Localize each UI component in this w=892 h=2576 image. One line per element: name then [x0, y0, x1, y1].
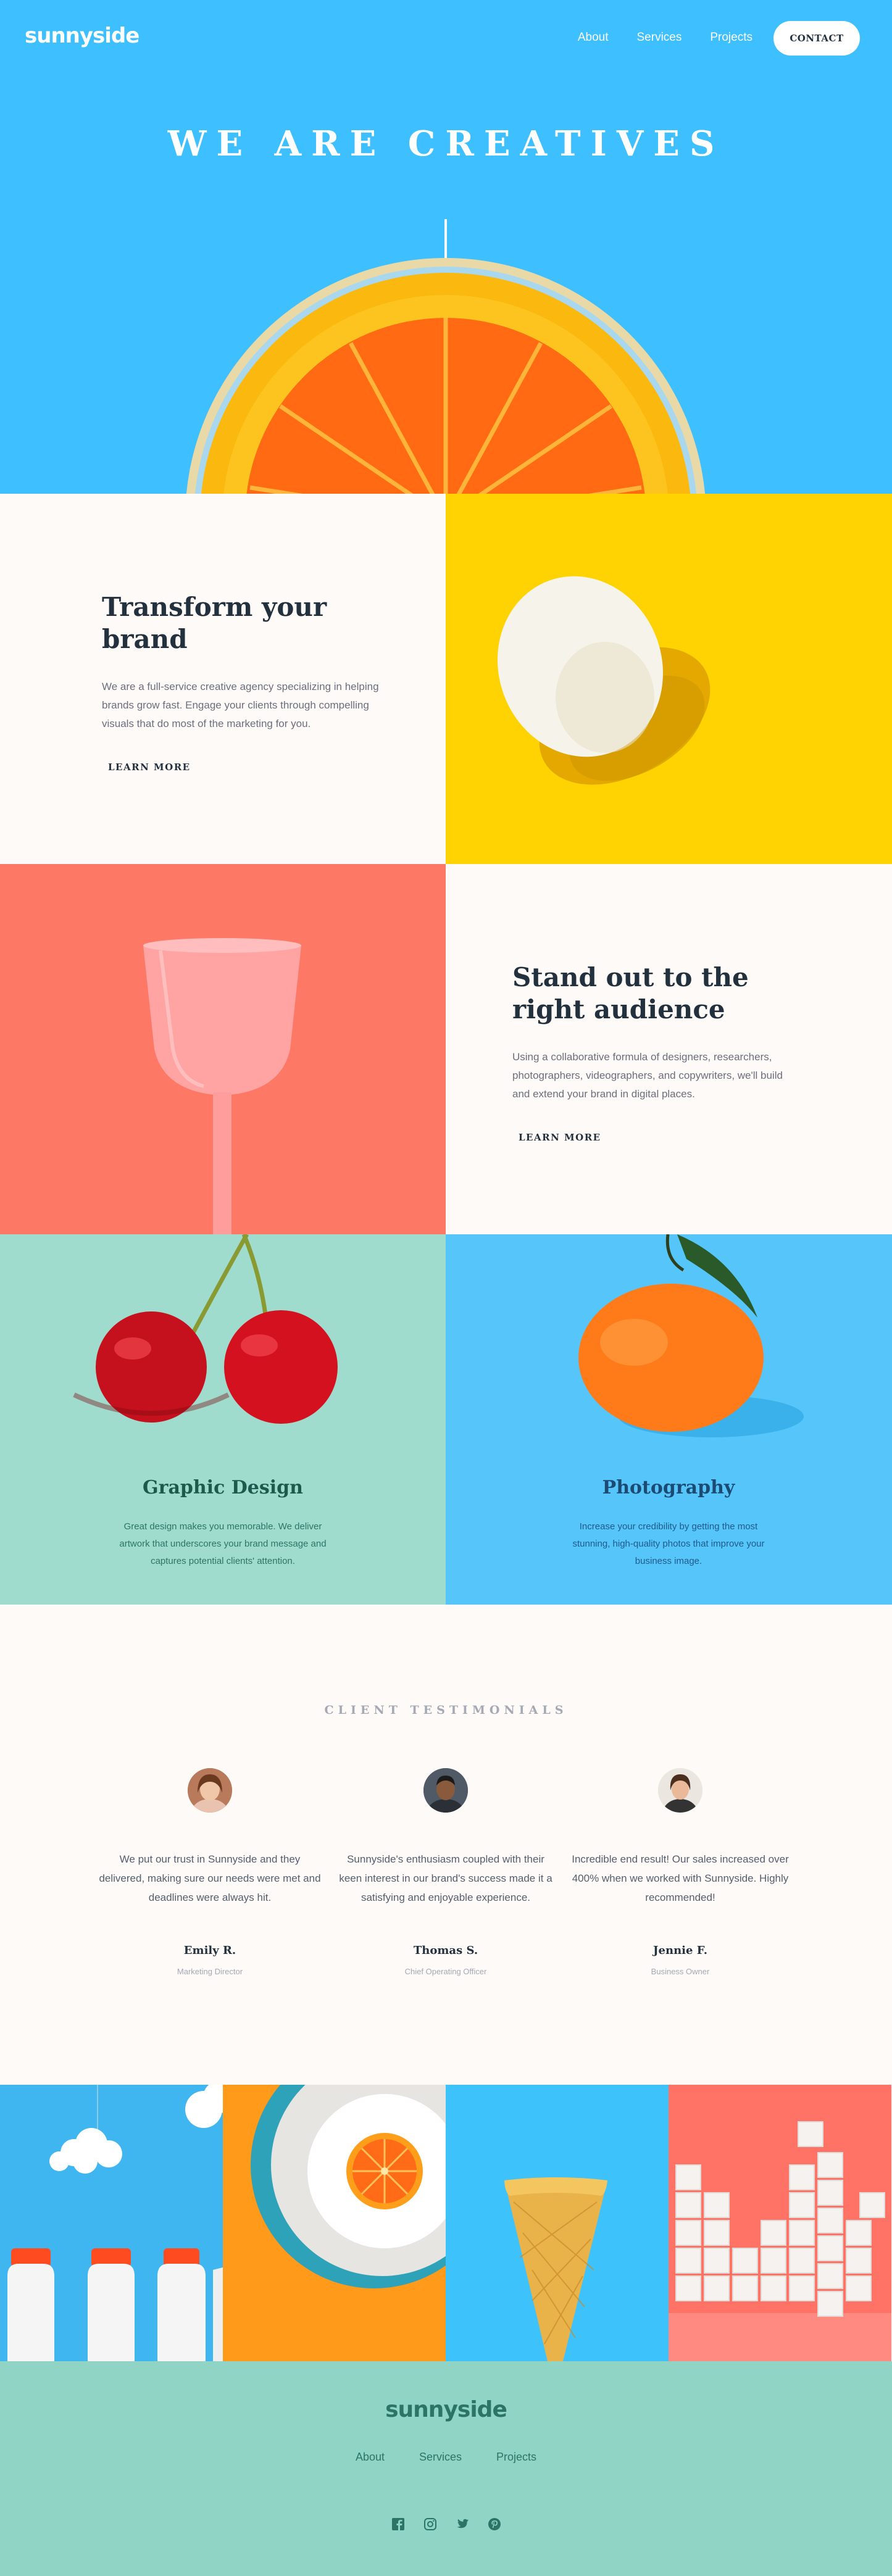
testimonial-quote: Incredible end result! Our sales increas… [572, 1853, 789, 1903]
transform-learn-more-link[interactable]: LEARN MORE [102, 762, 197, 773]
testimonial-card: Incredible end result! Our sales increas… [569, 1768, 791, 1976]
footer-link-about[interactable]: About [356, 2451, 385, 2464]
gallery-sugar-cubes-image [669, 2085, 891, 2361]
nav-links: About Services Projects [578, 31, 752, 44]
graphic-design-card: Graphic Design Great design makes you me… [0, 1234, 446, 1605]
avatar [658, 1768, 702, 1813]
hero-title: WE ARE CREATIVES [167, 123, 725, 164]
testimonial-card: Sunnyside's enthusiasm coupled with thei… [335, 1768, 557, 1976]
facebook-icon[interactable] [391, 2517, 406, 2532]
testimonial-quote: We put our trust in Sunnyside and they d… [99, 1853, 321, 1903]
testimonial-role: Business Owner [651, 1967, 710, 1976]
footer-link-services[interactable]: Services [419, 2451, 462, 2464]
standout-section: Stand out to the right audience Using a … [446, 864, 892, 1234]
transform-body: We are a full-service creative agency sp… [102, 681, 379, 729]
testimonial-card: We put our trust in Sunnyside and they d… [99, 1768, 321, 1976]
gallery-ice-cream-cone-image [446, 2085, 669, 2361]
glass-image [0, 864, 446, 1234]
footer: sunnyside About Services Projects [0, 2361, 892, 2576]
instagram-icon[interactable] [423, 2517, 438, 2532]
transform-title: Transform your brand [102, 592, 327, 654]
graphic-design-body: Great design makes you memorable. We del… [119, 1521, 327, 1566]
top-nav: sunnyside About Services Projects CONTAC… [0, 0, 892, 74]
testimonials-heading: CLIENT TESTIMONIALS [324, 1703, 568, 1717]
graphic-design-title: Graphic Design [143, 1477, 303, 1498]
twitter-icon[interactable] [455, 2517, 470, 2532]
testimonial-name: Emily R. [183, 1944, 236, 1957]
pinterest-icon[interactable] [487, 2517, 502, 2532]
footer-link-projects[interactable]: Projects [496, 2451, 536, 2464]
site-logo[interactable]: sunnyside [25, 23, 140, 48]
testimonial-role: Chief Operating Officer [404, 1967, 487, 1976]
gallery-milk-bottles-image [0, 2085, 223, 2361]
standout-body: Using a collaborative formula of designe… [512, 1051, 783, 1100]
nav-link-about[interactable]: About [578, 31, 609, 44]
avatar [423, 1768, 468, 1813]
photography-title: Photography [602, 1477, 735, 1498]
egg-image [446, 494, 892, 864]
standout-learn-more-link[interactable]: LEARN MORE [512, 1132, 607, 1143]
testimonial-name: Thomas S. [413, 1944, 478, 1957]
footer-links: About Services Projects [0, 2451, 892, 2464]
avatar [188, 1768, 232, 1813]
standout-title: Stand out to the right audience [512, 962, 749, 1024]
photography-body: Increase your credibility by getting the… [572, 1521, 765, 1566]
footer-logo[interactable]: sunnyside [0, 2397, 892, 2422]
gallery-orange-plate-image [223, 2085, 446, 2361]
nav-link-projects[interactable]: Projects [710, 31, 752, 44]
testimonials-section: CLIENT TESTIMONIALS We put our trust in … [0, 1605, 892, 2086]
orange-half-image [186, 258, 705, 494]
testimonial-name: Jennie F. [653, 1944, 707, 1957]
nav-link-services[interactable]: Services [637, 31, 682, 44]
hero-section: sunnyside About Services Projects CONTAC… [0, 0, 892, 494]
testimonial-quote: Sunnyside's enthusiasm coupled with thei… [339, 1853, 552, 1903]
gallery [0, 2085, 892, 2361]
testimonial-role: Marketing Director [177, 1967, 243, 1976]
contact-button[interactable]: CONTACT [773, 21, 860, 56]
photography-card: Photography Increase your credibility by… [446, 1234, 892, 1605]
transform-section: Transform your brand We are a full-servi… [0, 494, 446, 864]
social-icons [0, 2517, 892, 2532]
